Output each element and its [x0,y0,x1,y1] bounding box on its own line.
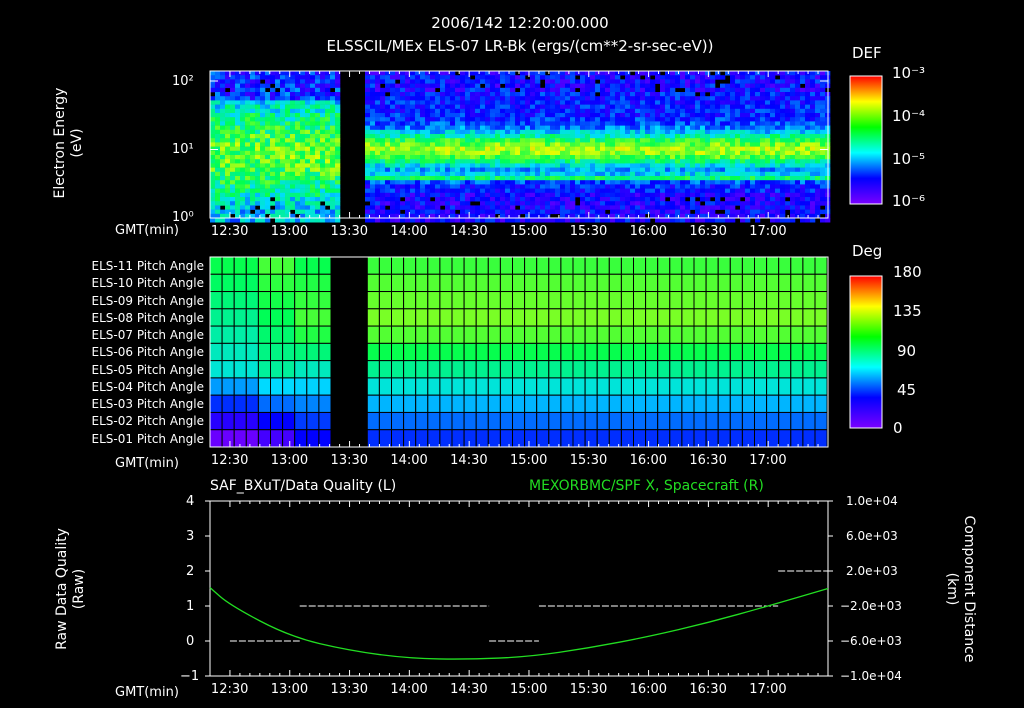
time-tick-label: 16:00 [629,453,668,468]
time-tick-label: 17:00 [749,682,787,697]
time-tick-label: 13:00 [270,453,309,468]
time-tick-label: 17:00 [749,453,787,468]
time-tick-label: 14:00 [390,682,428,697]
pitch-row-label: ELS-11 Pitch Angle [91,259,204,273]
pitch-angle-cells [209,256,828,448]
time-tick-label: 13:00 [270,224,309,239]
time-tick-label: 15:30 [569,224,608,239]
time-tick-label: 12:30 [210,224,249,239]
pitch-row-label: ELS-01 Pitch Angle [91,431,204,446]
time-tick-label: 12:30 [210,453,249,468]
pitch-row-label: ELS-04 Pitch Angle [91,379,204,394]
time-tick-label: 14:30 [450,682,488,697]
time-tick-label: 14:30 [450,224,488,239]
time-tick-label: 12:30 [210,682,249,697]
pitch-row-label: ELS-07 Pitch Angle [91,328,204,343]
pitch-row-label: ELS-08 Pitch Angle [91,310,204,325]
time-tick-label: 13:30 [330,453,369,468]
time-tick-label: 13:00 [270,682,309,697]
time-tick-label: 13:30 [330,682,369,697]
energy-spectrogram-cells [210,71,831,223]
time-tick-label: 15:30 [569,453,608,468]
pitch-row-label: ELS-02 Pitch Angle [91,414,204,429]
time-tick-label: 13:30 [330,224,369,239]
time-tick-label: 14:30 [450,453,488,468]
time-tick-label: 16:30 [689,224,727,239]
time-tick-label: 16:30 [689,682,727,697]
pitch-row-label: ELS-05 Pitch Angle [91,362,204,377]
pitch-row-label: ELS-03 Pitch Angle [91,397,204,412]
spacecraft-x-line [209,587,829,660]
time-tick-label: 15:00 [509,682,548,697]
pitch-row-label: ELS-10 Pitch Angle [91,276,204,291]
time-tick-label: 15:00 [509,453,548,468]
time-tick-label: 16:00 [629,224,668,239]
deg-colorbar [849,275,883,429]
pitch-row-label: ELS-09 Pitch Angle [91,293,204,308]
time-tick-label: 14:00 [390,453,428,468]
time-tick-label: 15:00 [509,224,548,239]
pitch-row-label: ELS-06 Pitch Angle [91,345,204,360]
time-tick-label: 16:30 [689,453,727,468]
time-tick-label: 16:00 [629,682,668,697]
quality-plot-frame [209,500,829,677]
def-colorbar [849,75,883,205]
time-tick-label: 17:00 [749,224,787,239]
time-tick-label: 14:00 [390,224,428,239]
time-tick-label: 15:30 [569,682,608,697]
